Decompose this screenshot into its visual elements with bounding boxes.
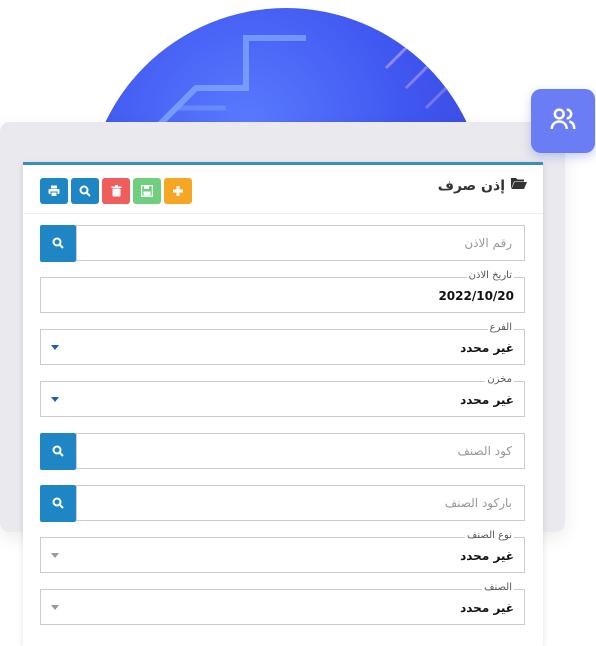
delete-button[interactable] xyxy=(102,178,130,204)
plus-icon xyxy=(172,182,184,201)
store-row: مخزن غير محدد xyxy=(40,374,525,418)
item-type-value: غير محدد xyxy=(460,549,514,563)
item-code-search-button[interactable] xyxy=(40,433,76,470)
chevron-down-icon xyxy=(51,345,59,350)
item-barcode-row: باركود الصنف xyxy=(40,485,525,522)
trash-icon xyxy=(111,182,122,201)
page-title-text: إذن صرف xyxy=(437,177,505,194)
permit-number-search-button[interactable] xyxy=(40,225,76,262)
search-button[interactable] xyxy=(71,178,99,204)
store-value: غير محدد xyxy=(460,393,514,407)
store-label: مخزن xyxy=(485,374,514,385)
item-label: الصنف xyxy=(482,582,514,593)
search-icon xyxy=(52,234,64,253)
item-code-row: كود الصنف xyxy=(40,433,525,470)
save-button[interactable] xyxy=(133,178,161,204)
item-barcode-input[interactable]: باركود الصنف xyxy=(76,485,525,521)
item-select[interactable]: الصنف غير محدد xyxy=(40,582,525,625)
search-icon xyxy=(52,442,64,461)
branch-row: الفرع غير محدد xyxy=(40,322,525,366)
add-button[interactable] xyxy=(164,178,192,204)
permit-date-label: تاريخ الاذن xyxy=(466,270,514,281)
item-row: الصنف غير محدد xyxy=(40,582,525,626)
chevron-down-icon xyxy=(51,605,59,610)
page-title: إذن صرف xyxy=(438,177,527,194)
item-barcode-search-button[interactable] xyxy=(40,485,76,522)
branch-label: الفرع xyxy=(487,322,514,333)
chevron-down-icon xyxy=(51,553,59,558)
issue-permit-panel: إذن صرف رقم الاذن تاريخ الاذن 2022/10/20… xyxy=(23,162,543,646)
permit-date-row: تاريخ الاذن 2022/10/20 xyxy=(40,270,525,314)
permit-date-value: 2022/10/20 xyxy=(438,289,514,303)
permit-date-field[interactable]: تاريخ الاذن 2022/10/20 xyxy=(40,270,525,313)
users-icon xyxy=(548,104,578,138)
search-icon xyxy=(79,182,91,201)
print-button[interactable] xyxy=(40,178,68,204)
item-type-label: نوع الصنف xyxy=(465,530,514,541)
search-icon xyxy=(52,494,64,513)
panel-header: إذن صرف xyxy=(23,165,543,214)
permit-number-row: رقم الاذن xyxy=(40,225,525,262)
folder-open-icon xyxy=(511,177,527,194)
item-type-row: نوع الصنف غير محدد xyxy=(40,530,525,574)
chevron-down-icon xyxy=(51,397,59,402)
item-type-select[interactable]: نوع الصنف غير محدد xyxy=(40,530,525,573)
item-value: غير محدد xyxy=(460,601,514,615)
store-select[interactable]: مخزن غير محدد xyxy=(40,374,525,417)
item-code-input[interactable]: كود الصنف xyxy=(76,433,525,469)
toolbar xyxy=(40,178,192,204)
branch-select[interactable]: الفرع غير محدد xyxy=(40,322,525,365)
users-button[interactable] xyxy=(531,89,595,153)
save-icon xyxy=(140,182,154,201)
print-icon xyxy=(48,182,60,201)
permit-number-input[interactable]: رقم الاذن xyxy=(76,225,525,261)
branch-value: غير محدد xyxy=(460,341,514,355)
